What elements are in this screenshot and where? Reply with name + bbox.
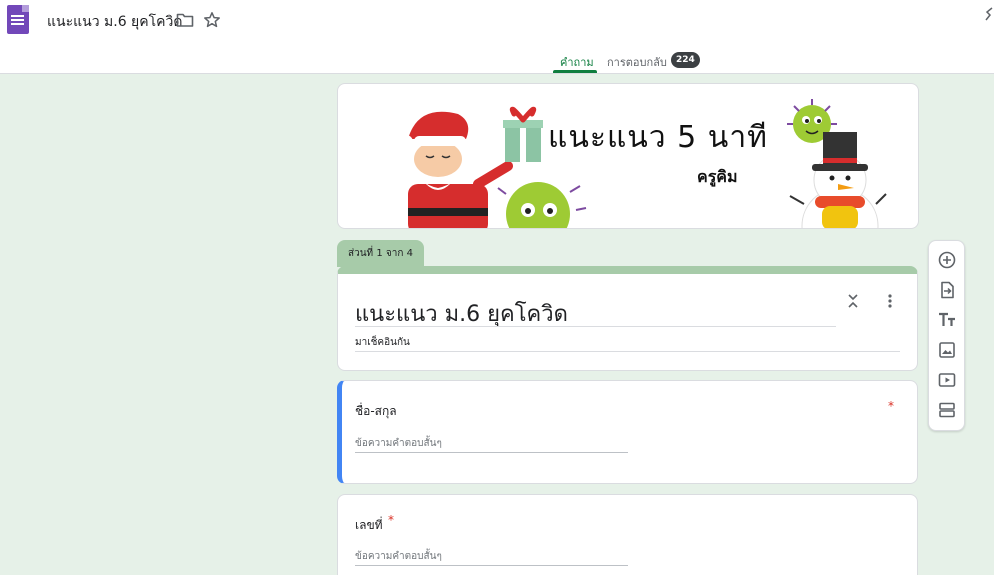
- question-card[interactable]: ชื่อ-สกุล * ข้อความคำตอบสั้นๆ: [337, 380, 918, 484]
- question-card[interactable]: เลขที่ * ข้อความคำตอบสั้นๆ: [337, 494, 918, 575]
- required-mark: *: [388, 513, 394, 527]
- title-underline: [355, 326, 836, 327]
- top-bar: แนะแนว ม.6 ยุคโควิด คำถาม การตอบกลับ 224: [0, 0, 994, 74]
- add-video-icon[interactable]: [937, 370, 957, 390]
- section-indicator: ส่วนที่ 1 จาก 4: [337, 240, 424, 267]
- tab-questions[interactable]: คำถาม: [560, 53, 594, 71]
- responses-count-badge: 224: [671, 52, 700, 68]
- add-question-icon[interactable]: [937, 250, 957, 270]
- description-underline: [355, 351, 900, 352]
- form-header-card[interactable]: แนะแนว ม.6 ยุคโควิด มาเช็คอินกัน: [337, 266, 918, 371]
- add-image-icon[interactable]: [937, 340, 957, 360]
- add-section-icon[interactable]: [937, 400, 957, 420]
- santa-illustration: [399, 111, 513, 228]
- form-description[interactable]: มาเช็คอินกัน: [355, 335, 410, 350]
- import-questions-icon[interactable]: [937, 280, 957, 300]
- forms-logo-icon[interactable]: [7, 5, 29, 34]
- question-label: ชื่อ-สกุล: [355, 404, 397, 418]
- tab-responses[interactable]: การตอบกลับ: [607, 53, 667, 71]
- gift-illustration: [503, 106, 543, 162]
- tab-questions-indicator: [553, 70, 597, 73]
- collapse-icon[interactable]: [846, 293, 860, 309]
- virus-illustration-bottom: [497, 182, 587, 228]
- question-label: เลขที่: [355, 518, 383, 532]
- more-vert-icon[interactable]: [883, 293, 897, 309]
- required-mark: *: [888, 399, 894, 413]
- customize-theme-icon[interactable]: [984, 6, 994, 24]
- banner-subtitle: ครูคิม: [697, 167, 738, 186]
- header-banner-image: แนะแนว 5 นาที ครูคิม: [337, 83, 919, 229]
- short-answer-underline: [355, 452, 628, 453]
- add-title-icon[interactable]: [937, 310, 957, 330]
- short-answer-placeholder: ข้อความคำตอบสั้นๆ: [355, 551, 442, 562]
- banner-title: แนะแนว 5 นาที: [548, 120, 768, 155]
- star-icon[interactable]: [203, 11, 221, 29]
- short-answer-underline: [355, 565, 628, 566]
- short-answer-placeholder: ข้อความคำตอบสั้นๆ: [355, 438, 442, 449]
- floating-toolbar: [928, 240, 965, 431]
- folder-icon[interactable]: [176, 12, 194, 28]
- document-title[interactable]: แนะแนว ม.6 ยุคโควิด: [47, 11, 182, 33]
- snowman-illustration: [789, 132, 887, 228]
